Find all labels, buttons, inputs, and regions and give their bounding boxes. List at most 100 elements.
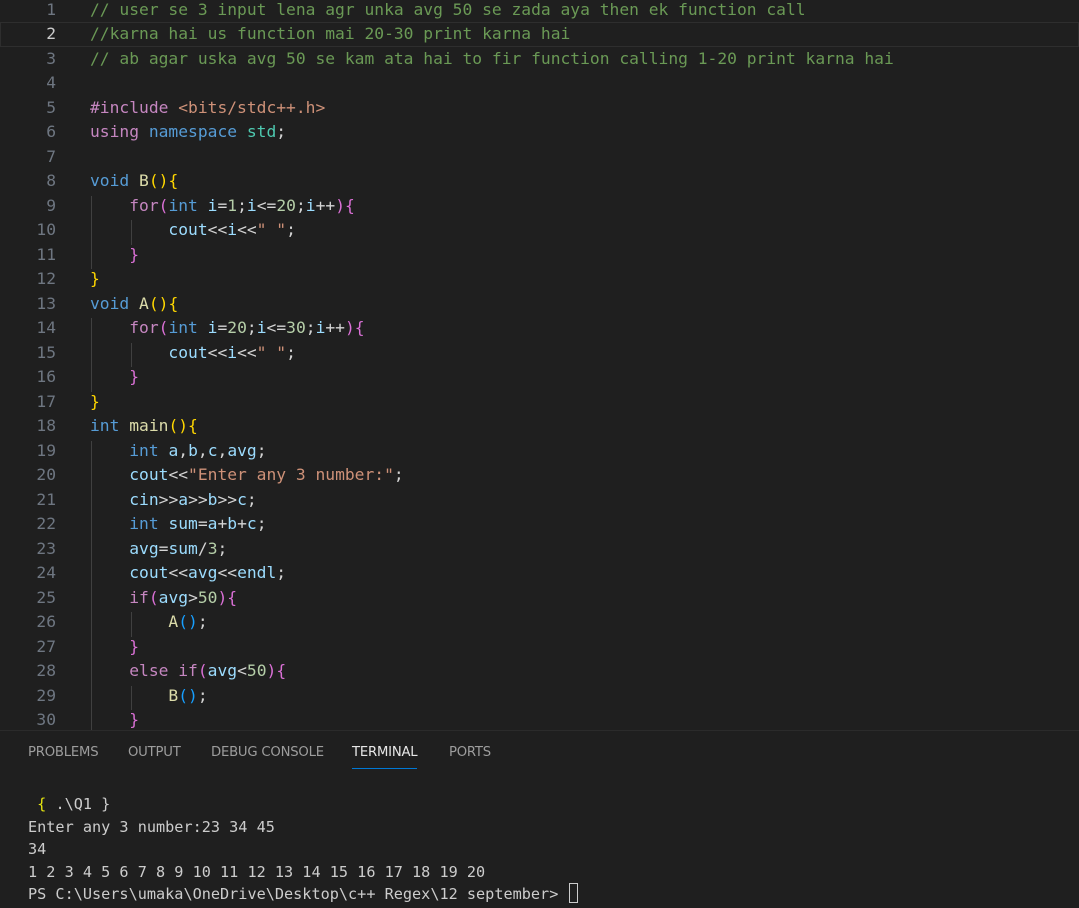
code-line[interactable]: 15 cout<<i<<" "; bbox=[0, 341, 1079, 366]
tab-output[interactable]: OUTPUT bbox=[128, 745, 181, 760]
code-line[interactable]: 13 void A(){ bbox=[0, 292, 1079, 317]
code-line[interactable]: 20 cout<<"Enter any 3 number:"; bbox=[0, 463, 1079, 488]
code-token: for bbox=[129, 318, 159, 337]
code-line[interactable]: 2 //karna hai us function mai 20-30 print… bbox=[0, 22, 1079, 47]
line-number: 24 bbox=[36, 563, 56, 582]
tab-ports[interactable]: PORTS bbox=[449, 745, 491, 760]
code-line[interactable]: 14 for(int i=20;i<=30;i++){ bbox=[0, 316, 1079, 341]
code-text: #include <bits/stdc++.h> bbox=[90, 96, 325, 121]
line-number: 26 bbox=[36, 612, 56, 631]
code-line[interactable]: 6 using namespace std; bbox=[0, 120, 1079, 145]
code-line[interactable]: 7 bbox=[0, 145, 1079, 170]
code-line[interactable]: 4 bbox=[0, 71, 1079, 96]
code-token: 3 bbox=[207, 538, 218, 558]
code-token: ; bbox=[305, 318, 316, 337]
code-token: << bbox=[168, 465, 189, 484]
code-text: for(int i=20;i<=30;i++){ bbox=[90, 316, 364, 341]
code-line[interactable]: 3 // ab agar uska avg 50 se kam ata hai t… bbox=[0, 47, 1079, 72]
code-token: { bbox=[168, 293, 179, 313]
tab-debug-console[interactable]: DEBUG CONSOLE bbox=[211, 745, 324, 760]
code-line[interactable]: 12} bbox=[0, 267, 1079, 292]
terminal-prompt-line[interactable]: PS C:\Users\umaka\OneDrive\Desktop\c++ R… bbox=[28, 883, 579, 906]
code-line[interactable]: 10 cout<<i<<" "; bbox=[0, 218, 1079, 243]
indent-guide bbox=[131, 342, 132, 367]
code-line[interactable]: 28 else if(avg<50){ bbox=[0, 659, 1079, 684]
code-line[interactable]: 24 cout<<avg<<endl; bbox=[0, 561, 1079, 586]
code-token: ( bbox=[158, 195, 169, 215]
code-token: b bbox=[227, 514, 238, 533]
code-line[interactable]: 11 } bbox=[0, 243, 1079, 268]
line-number: 19 bbox=[36, 440, 56, 460]
code-line[interactable]: 22 int sum=a+b+c; bbox=[0, 512, 1079, 537]
tab-problems[interactable]: PROBLEMS bbox=[28, 745, 99, 760]
line-number: 10 bbox=[36, 220, 56, 239]
line-number: 23 bbox=[36, 538, 56, 558]
code-token: << bbox=[207, 220, 228, 239]
code-token: ) bbox=[217, 587, 228, 607]
code-text: } bbox=[90, 365, 139, 390]
line-number: 3 bbox=[46, 48, 56, 68]
terminal-output[interactable]: { .\Q1 } Enter any 3 number:23 34 45 34 1 2… bbox=[28, 793, 579, 906]
code-line[interactable]: 16 } bbox=[0, 365, 1079, 390]
code-text: int a,b,c,avg; bbox=[90, 439, 267, 464]
code-token: { bbox=[168, 171, 179, 190]
line-number: 7 bbox=[46, 146, 56, 166]
code-line[interactable]: 23 avg=sum/3; bbox=[0, 537, 1079, 562]
code-text: for(int i=1;i<=20;i++){ bbox=[90, 194, 355, 219]
code-text: using namespace std; bbox=[90, 120, 286, 145]
code-line[interactable]: 17} bbox=[0, 390, 1079, 415]
code-token: int bbox=[129, 514, 169, 533]
panel-tab-bar: PROBLEMS OUTPUT DEBUG CONSOLE TERMINAL P… bbox=[0, 731, 1079, 771]
code-token: , bbox=[197, 440, 208, 460]
code-token: B bbox=[168, 685, 179, 705]
code-token: 50 bbox=[246, 661, 267, 680]
code-text: //karna hai us function mai 20-30 print … bbox=[90, 22, 570, 47]
code-line[interactable]: 1 // user se 3 input lena agr unka avg 50… bbox=[0, 0, 1079, 22]
code-editor[interactable]: 1 // user se 3 input lena agr unka avg 50… bbox=[0, 0, 1079, 730]
code-text: } bbox=[90, 267, 100, 292]
code-token: >> bbox=[188, 489, 208, 509]
line-number: 25 bbox=[36, 587, 56, 607]
code-token: namespace bbox=[148, 122, 247, 141]
code-token: << bbox=[237, 342, 257, 362]
line-number: 6 bbox=[46, 122, 56, 141]
code-line[interactable]: 30 } bbox=[0, 708, 1079, 730]
code-token: 50 bbox=[197, 587, 218, 607]
line-number: 14 bbox=[36, 318, 56, 337]
code-text: if(avg>50){ bbox=[90, 586, 237, 611]
code-line[interactable]: 25 if(avg>50){ bbox=[0, 586, 1079, 611]
code-token: int bbox=[168, 195, 208, 215]
code-token: int bbox=[129, 440, 169, 460]
code-line[interactable]: 26 A(); bbox=[0, 610, 1079, 635]
code-token: sum bbox=[168, 514, 198, 533]
code-token: ; bbox=[256, 440, 267, 460]
code-line[interactable]: 21 cin>>a>>b>>c; bbox=[0, 488, 1079, 513]
code-line[interactable]: 9 for(int i=1;i<=20;i++){ bbox=[0, 194, 1079, 219]
code-token: ) bbox=[344, 318, 355, 337]
code-line[interactable]: 29 B(); bbox=[0, 684, 1079, 709]
code-token: " " bbox=[256, 220, 287, 239]
line-number: 12 bbox=[36, 269, 56, 288]
code-token: ; bbox=[276, 563, 287, 582]
line-number: 27 bbox=[36, 636, 56, 656]
code-line[interactable]: 18 int main(){ bbox=[0, 414, 1079, 439]
code-line[interactable]: 5 #include <bits/stdc++.h> bbox=[0, 96, 1079, 121]
code-token: avg bbox=[188, 563, 218, 582]
code-token: << bbox=[168, 563, 189, 582]
code-token: () bbox=[168, 416, 189, 435]
indent-guide bbox=[131, 612, 132, 637]
code-line[interactable]: 8 void B(){ bbox=[0, 169, 1079, 194]
code-line[interactable]: 27 } bbox=[0, 635, 1079, 660]
indent-guide bbox=[91, 195, 92, 269]
code-token: i bbox=[207, 318, 218, 337]
code-token: >> bbox=[217, 489, 238, 509]
code-line[interactable]: 19 int a,b,c,avg; bbox=[0, 439, 1079, 464]
code-token: // user se 3 input lena agr unka avg 50 … bbox=[90, 0, 806, 19]
tab-terminal[interactable]: TERMINAL bbox=[352, 745, 418, 769]
terminal-cursor bbox=[569, 883, 579, 903]
